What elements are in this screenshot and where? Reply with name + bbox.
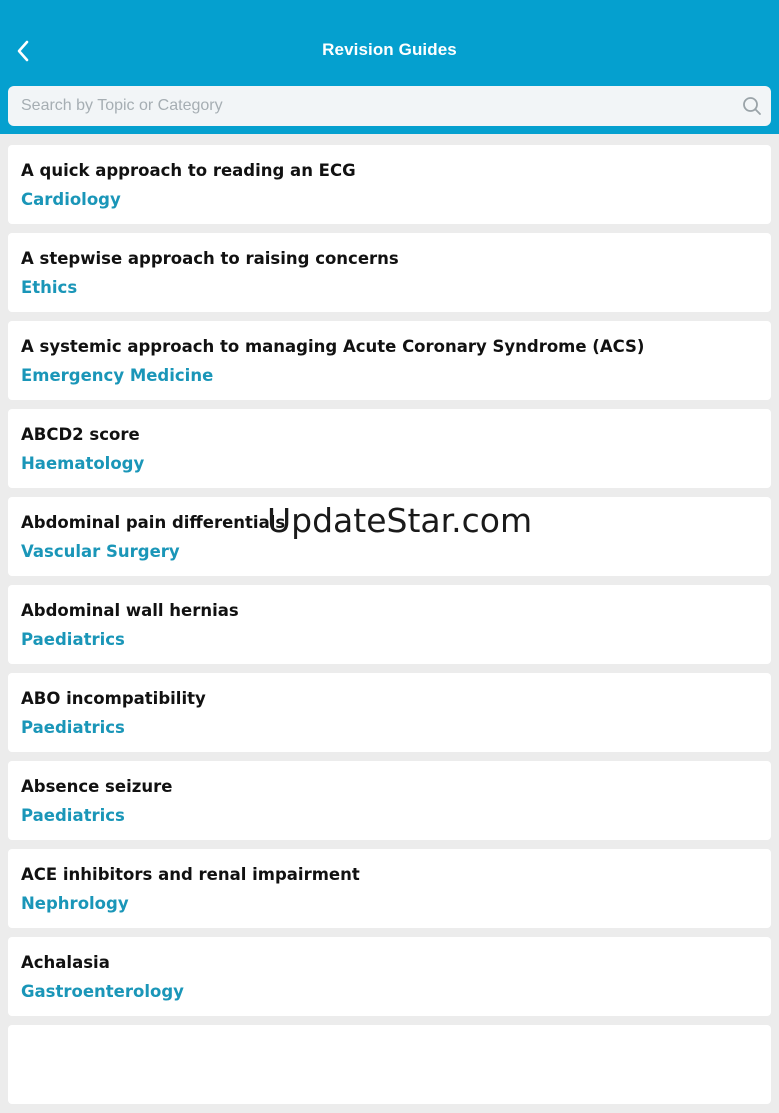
guide-category: Cardiology <box>21 190 121 209</box>
guide-topic: ABCD2 score <box>21 425 140 444</box>
list-item[interactable]: Abdominal wall hernias Paediatrics <box>8 585 771 664</box>
guide-topic: Abdominal pain differentials <box>21 513 286 532</box>
guide-category: Paediatrics <box>21 630 125 649</box>
guide-category: Nephrology <box>21 894 129 913</box>
list-item[interactable]: ABO incompatibility Paediatrics <box>8 673 771 752</box>
list-item[interactable]: A systemic approach to managing Acute Co… <box>8 321 771 400</box>
list-item[interactable] <box>8 1025 771 1104</box>
guide-topic: A quick approach to reading an ECG <box>21 161 356 180</box>
guide-topic: A stepwise approach to raising concerns <box>21 249 399 268</box>
list-item[interactable]: A quick approach to reading an ECG Cardi… <box>8 145 771 224</box>
guide-topic: Abdominal wall hernias <box>21 601 239 620</box>
guide-category: Gastroenterology <box>21 982 184 1001</box>
guide-topic: A systemic approach to managing Acute Co… <box>21 337 645 356</box>
search-input[interactable] <box>8 86 728 126</box>
guide-category: Paediatrics <box>21 806 125 825</box>
list-item[interactable]: Absence seizure Paediatrics <box>8 761 771 840</box>
guide-topic: Achalasia <box>21 953 110 972</box>
app-header: Revision Guides <box>0 0 779 134</box>
guide-topic: ABO incompatibility <box>21 689 206 708</box>
list-item[interactable]: A stepwise approach to raising concerns … <box>8 233 771 312</box>
guide-category: Haematology <box>21 454 145 473</box>
list-item[interactable]: ACE inhibitors and renal impairment Neph… <box>8 849 771 928</box>
list-item[interactable]: Achalasia Gastroenterology <box>8 937 771 1016</box>
page-title: Revision Guides <box>322 40 457 59</box>
guide-category: Emergency Medicine <box>21 366 214 385</box>
guide-topic: ACE inhibitors and renal impairment <box>21 865 360 884</box>
search-bar[interactable] <box>8 86 771 126</box>
list-item[interactable]: ABCD2 score Haematology <box>8 409 771 488</box>
guide-list: A quick approach to reading an ECG Cardi… <box>8 145 771 1113</box>
guide-topic: Absence seizure <box>21 777 173 796</box>
guide-category: Vascular Surgery <box>21 542 180 561</box>
guide-category: Ethics <box>21 278 78 297</box>
watermark-text: UpdateStar.com <box>267 501 533 540</box>
guide-category: Paediatrics <box>21 718 125 737</box>
search-icon[interactable] <box>742 96 762 116</box>
